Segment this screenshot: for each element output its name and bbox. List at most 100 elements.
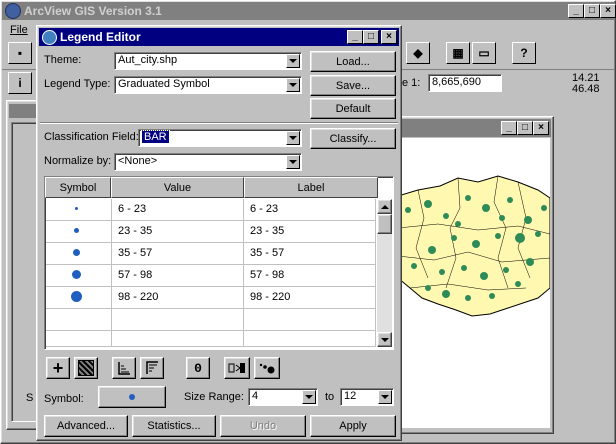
scroll-up-button[interactable] bbox=[377, 199, 392, 214]
classification-dropdown-arrow-icon[interactable] bbox=[286, 131, 300, 145]
advanced-button[interactable]: Advanced... bbox=[44, 415, 128, 437]
legend-table[interactable]: Symbol Value Label 6 - 23 6 - 23 23 - 35… bbox=[44, 176, 394, 350]
empty-row[interactable] bbox=[112, 331, 244, 347]
symbol-preview-button[interactable] bbox=[98, 386, 166, 408]
symbol-dot-small bbox=[75, 207, 78, 210]
row-value[interactable]: 23 - 35 bbox=[112, 221, 244, 243]
table-row[interactable] bbox=[46, 243, 112, 265]
empty-row[interactable] bbox=[244, 309, 376, 331]
row-label[interactable]: 35 - 57 bbox=[244, 243, 376, 265]
scroll-thumb[interactable] bbox=[377, 214, 392, 234]
sort-ascending-button[interactable] bbox=[112, 357, 136, 379]
table-scrollbar[interactable] bbox=[377, 199, 392, 347]
null-value-button[interactable]: 0 bbox=[186, 357, 210, 379]
classification-field-label: Classification Field: bbox=[44, 131, 139, 143]
view-maximize-button[interactable]: □ bbox=[517, 121, 533, 135]
row-value[interactable]: 35 - 57 bbox=[112, 243, 244, 265]
graduate-symbols-icon bbox=[259, 363, 275, 374]
theme-dropdown[interactable]: Aut_city.shp bbox=[114, 52, 302, 70]
scale-input[interactable]: 8,665,690 bbox=[428, 74, 502, 92]
symbol-dot-extra-large bbox=[71, 291, 82, 302]
row-label[interactable]: 6 - 23 bbox=[244, 199, 376, 221]
save-button[interactable]: Save... bbox=[310, 75, 396, 96]
row-label[interactable]: 57 - 98 bbox=[244, 265, 376, 287]
legend-type-label: Legend Type: bbox=[44, 78, 111, 90]
classification-field-value: BAR bbox=[141, 130, 170, 144]
apply-button[interactable]: Apply bbox=[310, 415, 396, 437]
menu-file[interactable]: File bbox=[10, 24, 28, 36]
undo-button[interactable]: Undo bbox=[220, 415, 306, 437]
size-from-dropdown[interactable]: 4 bbox=[248, 388, 318, 406]
side-label: S bbox=[26, 392, 34, 404]
table-row[interactable] bbox=[46, 199, 112, 221]
table-row[interactable] bbox=[46, 287, 112, 309]
project-window-body bbox=[11, 122, 37, 422]
legend-editor-title-bar[interactable]: Legend Editor _ □ × bbox=[39, 28, 399, 46]
scroll-down-button[interactable] bbox=[377, 332, 392, 347]
column-header-label[interactable]: Label bbox=[244, 177, 378, 198]
classify-button[interactable]: Classify... bbox=[310, 128, 396, 149]
empty-row[interactable] bbox=[46, 331, 112, 347]
normalize-by-dropdown[interactable]: <None> bbox=[114, 153, 302, 171]
normalize-dropdown-arrow-icon[interactable] bbox=[286, 155, 300, 169]
legend-close-button[interactable]: × bbox=[381, 30, 397, 44]
size-to-arrow-icon[interactable] bbox=[378, 390, 392, 404]
empty-row[interactable] bbox=[112, 309, 244, 331]
size-to-value: 12 bbox=[344, 390, 357, 402]
row-value[interactable]: 57 - 98 bbox=[112, 265, 244, 287]
grid-icon[interactable]: ▦ bbox=[446, 42, 470, 64]
row-value[interactable]: 6 - 23 bbox=[112, 199, 244, 221]
flip-symbols-button[interactable] bbox=[224, 357, 250, 379]
zoom-select-icon[interactable]: ◆ bbox=[406, 42, 430, 64]
main-maximize-button[interactable]: □ bbox=[584, 4, 600, 18]
row-label[interactable]: 23 - 35 bbox=[244, 221, 376, 243]
add-icon: + bbox=[52, 358, 64, 378]
arcview-globe-icon bbox=[5, 3, 21, 19]
empty-row[interactable] bbox=[46, 309, 112, 331]
empty-row[interactable] bbox=[244, 331, 376, 347]
classification-field-dropdown[interactable]: BAR bbox=[138, 129, 302, 147]
statistics-button[interactable]: Statistics... bbox=[132, 415, 216, 437]
symbol-dot-medium bbox=[73, 249, 80, 256]
view-window-titlebar[interactable]: _ □ × bbox=[397, 119, 551, 137]
load-button[interactable]: Load... bbox=[310, 51, 396, 72]
row-value[interactable]: 98 - 220 bbox=[112, 287, 244, 309]
table-row[interactable] bbox=[46, 221, 112, 243]
add-class-button[interactable]: + bbox=[46, 357, 70, 379]
column-header-symbol[interactable]: Symbol bbox=[45, 177, 111, 198]
dialog-separator bbox=[40, 122, 398, 124]
view-close-button[interactable]: × bbox=[533, 121, 549, 135]
size-to-label: to bbox=[325, 391, 335, 403]
column-header-value[interactable]: Value bbox=[111, 177, 244, 198]
size-from-arrow-icon[interactable] bbox=[302, 390, 316, 404]
scroll-down-arrow-icon bbox=[380, 337, 389, 342]
main-close-button[interactable]: × bbox=[600, 4, 616, 18]
sort-descending-button[interactable] bbox=[140, 357, 164, 379]
help-icon[interactable]: ? bbox=[512, 42, 536, 64]
delete-icon bbox=[78, 360, 94, 376]
main-title-bar[interactable]: ArcView GIS Version 3.1 _ □ × bbox=[2, 2, 616, 20]
sort-ascending-icon bbox=[118, 362, 130, 375]
legend-minimize-button[interactable]: _ bbox=[347, 30, 363, 44]
theme-dropdown-arrow-icon[interactable] bbox=[286, 54, 300, 68]
main-minimize-button[interactable]: _ bbox=[568, 4, 584, 18]
layout-icon[interactable]: ▭ bbox=[472, 42, 496, 64]
identify-icon[interactable]: i bbox=[8, 72, 32, 94]
size-to-dropdown[interactable]: 12 bbox=[340, 388, 394, 406]
graduate-symbols-button[interactable] bbox=[254, 357, 280, 379]
normalize-by-label: Normalize by: bbox=[44, 155, 112, 167]
size-range-label: Size Range: bbox=[184, 391, 244, 403]
row-label[interactable]: 98 - 220 bbox=[244, 287, 376, 309]
table-row[interactable] bbox=[46, 265, 112, 287]
legend-type-dropdown[interactable]: Graduated Symbol bbox=[114, 76, 302, 94]
default-button[interactable]: Default bbox=[310, 98, 396, 119]
delete-class-button[interactable] bbox=[74, 357, 98, 379]
null-value-icon: 0 bbox=[194, 360, 202, 376]
map-canvas[interactable] bbox=[398, 138, 550, 428]
save-project-icon[interactable]: ▪ bbox=[8, 42, 32, 64]
normalize-by-value: <None> bbox=[118, 155, 158, 167]
legend-maximize-button[interactable]: □ bbox=[363, 30, 379, 44]
legend-type-dropdown-arrow-icon[interactable] bbox=[286, 78, 300, 92]
view-minimize-button[interactable]: _ bbox=[501, 121, 517, 135]
symbol-dot-medium-small bbox=[74, 228, 79, 233]
